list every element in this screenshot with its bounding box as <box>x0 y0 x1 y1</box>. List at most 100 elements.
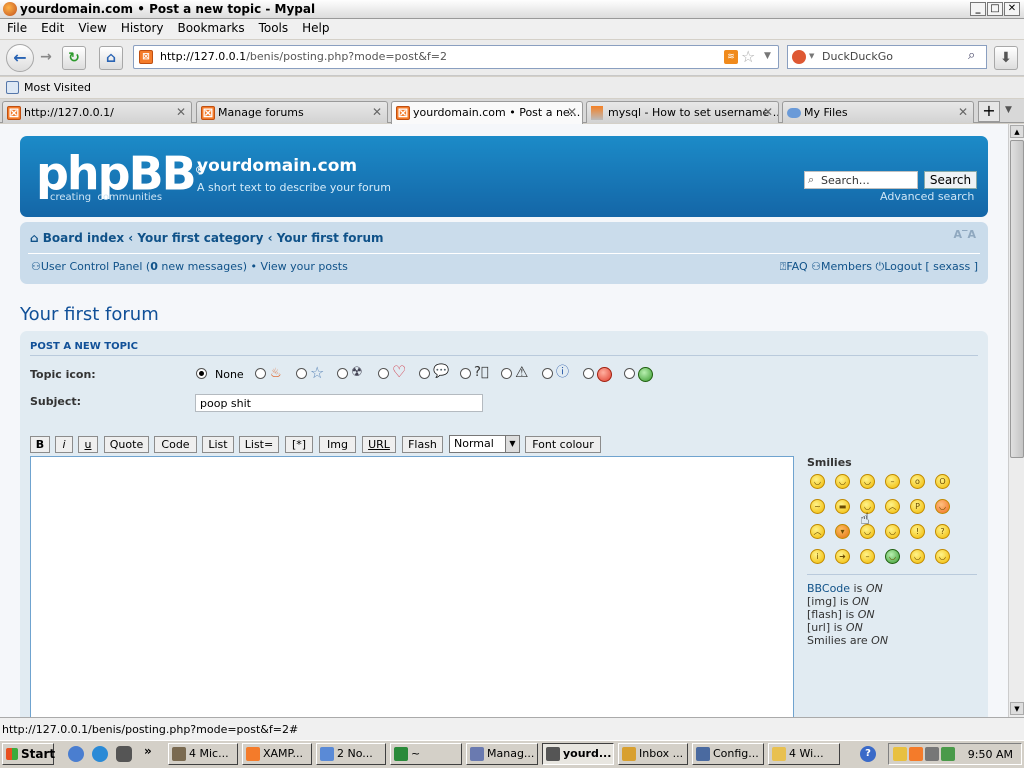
topic-icon-radio-warning[interactable] <box>501 368 512 379</box>
close-tab-icon[interactable]: ✕ <box>958 105 968 119</box>
smiley-neutral-2-icon[interactable]: – <box>860 549 875 564</box>
page-title[interactable]: Your first forum <box>20 304 159 325</box>
font-size-toggle[interactable]: A‾A <box>953 228 976 241</box>
quote-button[interactable]: Quote <box>104 436 149 453</box>
forum-search-input[interactable]: ⌕ Search… <box>804 171 918 189</box>
task-notepad[interactable]: 2 No... <box>316 743 386 765</box>
tray-network-icon[interactable] <box>925 747 939 761</box>
smiley-confused-icon[interactable]: ~ <box>810 499 825 514</box>
search-magnifier-icon[interactable]: ⌕ <box>968 48 975 63</box>
task-manage[interactable]: Manag... <box>466 743 538 765</box>
bbcode-link[interactable]: BBCode <box>807 582 850 595</box>
close-tab-icon[interactable]: ✕ <box>372 105 382 119</box>
menu-history[interactable]: History <box>114 19 171 35</box>
tab-list-dropdown-icon[interactable]: ▼ <box>1005 105 1012 115</box>
bold-button[interactable]: B <box>30 436 50 453</box>
smiley-surprised-icon[interactable]: o <box>910 474 925 489</box>
menu-bookmarks[interactable]: Bookmarks <box>171 19 252 35</box>
minimize-button[interactable]: _ <box>970 2 986 16</box>
url-dropdown-icon[interactable]: ▼ <box>764 51 771 61</box>
task-terminal[interactable]: ~ <box>390 743 462 765</box>
smiley-arrow-icon[interactable]: ➜ <box>835 549 850 564</box>
task-xampp[interactable]: XAMP... <box>242 743 312 765</box>
smiley-idea-icon[interactable]: i <box>810 549 825 564</box>
smiley-geek-icon[interactable]: ◡ <box>910 549 925 564</box>
downloads-button[interactable]: ⬇ <box>994 46 1018 70</box>
topic-icon-radio-fire[interactable] <box>255 368 266 379</box>
smiley-cry-icon[interactable]: ︿ <box>810 524 825 539</box>
reload-button[interactable]: ↻ <box>62 46 86 70</box>
menu-file[interactable]: File <box>0 19 34 35</box>
underline-button[interactable]: u <box>78 436 98 453</box>
quicklaunch-ie-icon[interactable] <box>92 746 108 762</box>
topic-icon-radio-heart[interactable] <box>378 368 389 379</box>
menu-tools[interactable]: Tools <box>252 19 296 35</box>
ucp-link[interactable]: User Control Panel <box>41 260 143 273</box>
scroll-thumb[interactable] <box>1010 140 1024 458</box>
logout-link[interactable]: Logout [ sexass ] <box>884 260 978 273</box>
start-button[interactable]: Start <box>2 743 55 765</box>
topic-icon-radio-question[interactable] <box>460 368 471 379</box>
list-item-button[interactable]: [*] <box>285 436 313 453</box>
tray-xampp-icon[interactable] <box>909 747 923 761</box>
topic-icon-radio-none[interactable] <box>196 368 207 379</box>
smiley-cool-icon[interactable]: ▬ <box>835 499 850 514</box>
smiley-razz-icon[interactable]: P <box>910 499 925 514</box>
menu-help[interactable]: Help <box>295 19 336 35</box>
menu-view[interactable]: View <box>71 19 113 35</box>
smiley-mad-icon[interactable]: ︿ <box>885 499 900 514</box>
quicklaunch-raccoon-icon[interactable] <box>116 746 132 762</box>
advanced-search-link[interactable]: Advanced search <box>880 190 974 203</box>
back-button[interactable]: ← <box>6 44 34 72</box>
close-tab-icon[interactable]: ✕ <box>567 105 577 119</box>
message-textarea[interactable] <box>30 456 794 717</box>
smiley-eek-icon[interactable]: O <box>935 474 950 489</box>
subject-input[interactable]: poop shit <box>195 394 483 412</box>
quicklaunch-more-icon[interactable]: » <box>144 744 152 758</box>
smiley-exclaim-icon[interactable]: ! <box>910 524 925 539</box>
members-link[interactable]: Members <box>821 260 872 273</box>
smiley-smile-icon[interactable]: ◡ <box>835 474 850 489</box>
ordered-list-button[interactable]: List= <box>239 436 279 453</box>
tab-manage-forums[interactable]: ⊠ Manage forums ✕ <box>196 101 388 123</box>
crumb-first-forum[interactable]: Your first forum <box>277 231 384 245</box>
smiley-embarrassed-icon[interactable]: ◡ <box>935 499 950 514</box>
tray-misc-icon[interactable] <box>941 747 955 761</box>
task-windows[interactable]: 4 Wi... <box>768 743 840 765</box>
bookmark-star-icon[interactable]: ☆ <box>741 47 755 66</box>
view-posts-link[interactable]: View your posts <box>261 260 348 273</box>
url-button[interactable]: URL <box>362 436 396 453</box>
scroll-down-icon[interactable]: ▼ <box>1010 702 1024 715</box>
smiley-evil-icon[interactable]: ▾ <box>835 524 850 539</box>
list-button[interactable]: List <box>202 436 234 453</box>
taskbar-clock[interactable]: 9:50 AM <box>968 748 1013 761</box>
maximize-button[interactable]: □ <box>987 2 1003 16</box>
url-text[interactable]: http://127.0.0.1/benis/posting.php?mode=… <box>160 50 447 63</box>
forward-button[interactable]: → <box>36 46 56 70</box>
smiley-question-icon[interactable]: ? <box>935 524 950 539</box>
search-bar[interactable]: ▼ DuckDuckGo ⌕ <box>787 45 987 69</box>
code-button[interactable]: Code <box>154 436 197 453</box>
tab-localhost[interactable]: ⊠ http://127.0.0.1/ ✕ <box>2 101 192 123</box>
task-inbox[interactable]: Inbox ... <box>618 743 688 765</box>
flash-button[interactable]: Flash <box>402 436 443 453</box>
topic-icon-radio-info[interactable] <box>542 368 553 379</box>
task-mic[interactable]: 4 Mic... <box>168 743 238 765</box>
tray-app-icon[interactable] <box>893 747 907 761</box>
tab-my-files[interactable]: My Files ✕ <box>782 101 974 123</box>
task-yourdomain[interactable]: yourd... <box>542 743 614 765</box>
font-colour-button[interactable]: Font colour <box>525 436 601 453</box>
faq-link[interactable]: FAQ <box>786 260 807 273</box>
smiley-biggrin-icon[interactable]: ◡ <box>810 474 825 489</box>
scroll-up-icon[interactable]: ▲ <box>1010 125 1024 138</box>
help-tray-icon[interactable]: ? <box>860 746 876 762</box>
smiley-neutral-icon[interactable]: – <box>885 474 900 489</box>
url-bar[interactable]: ⊠ http://127.0.0.1/benis/posting.php?mod… <box>133 45 779 69</box>
crumb-first-category[interactable]: Your first category <box>137 231 263 245</box>
rss-feed-icon[interactable]: ≋ <box>724 50 738 64</box>
smiley-rolleyes-icon[interactable]: ◡ <box>885 524 900 539</box>
topic-icon-radio-speech[interactable] <box>419 368 430 379</box>
most-visited-bookmark[interactable]: Most Visited <box>24 81 91 94</box>
topic-icon-radio-radioactive[interactable] <box>337 368 348 379</box>
quicklaunch-browser-icon[interactable] <box>68 746 84 762</box>
